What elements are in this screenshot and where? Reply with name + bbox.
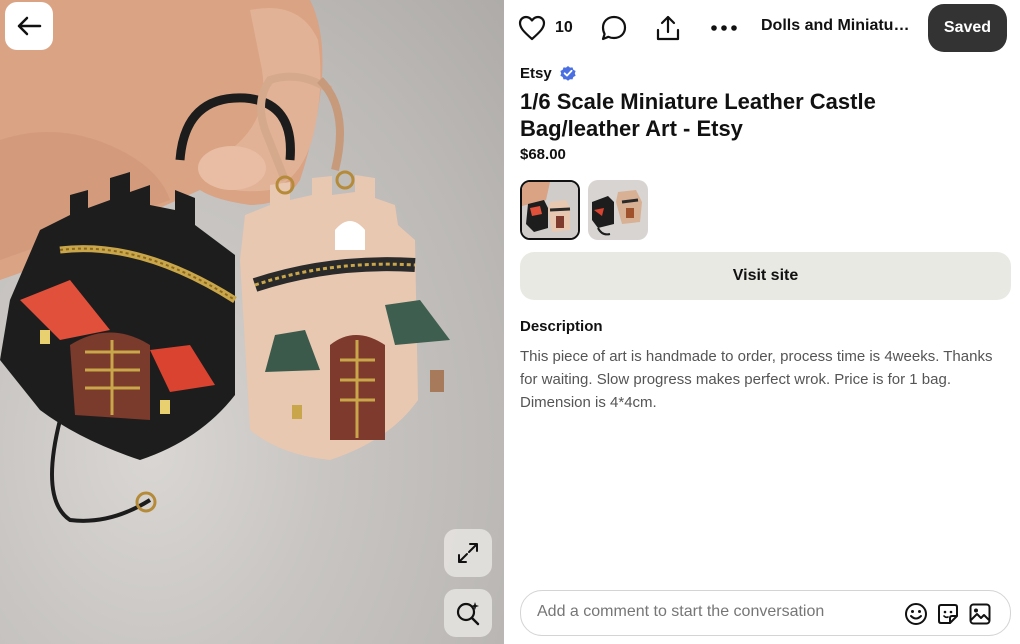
pin-image[interactable] bbox=[0, 0, 504, 644]
thumbnail-image bbox=[588, 180, 648, 240]
thumbnail-1[interactable] bbox=[520, 180, 580, 240]
visit-site-button[interactable]: Visit site bbox=[520, 252, 1011, 300]
thumbnail-image bbox=[522, 182, 578, 238]
visual-search-icon bbox=[456, 602, 480, 626]
comment-composer bbox=[520, 590, 1011, 636]
share-button[interactable] bbox=[654, 11, 682, 45]
sticker-button[interactable] bbox=[935, 601, 961, 627]
board-selector[interactable]: Dolls and Miniatur... bbox=[761, 17, 911, 35]
source-name[interactable]: Etsy bbox=[520, 65, 552, 82]
pin-price: $68.00 bbox=[520, 146, 566, 163]
pin-source: Etsy bbox=[520, 64, 577, 82]
pin-toolbar: 10 Dolls and Miniatur... Saved bbox=[504, 0, 1020, 56]
description-heading: Description bbox=[520, 318, 603, 335]
thumbnail-2[interactable] bbox=[588, 180, 648, 240]
ellipsis-icon bbox=[711, 25, 737, 31]
photo-upload-button[interactable] bbox=[967, 601, 993, 627]
like-count: 10 bbox=[555, 19, 573, 36]
castle-bags-photo bbox=[0, 0, 450, 523]
comment-button[interactable] bbox=[600, 11, 628, 45]
arrow-left-icon bbox=[17, 16, 42, 36]
comment-bubble-icon bbox=[601, 15, 627, 41]
image-upload-icon bbox=[969, 603, 991, 625]
sticker-icon bbox=[938, 604, 958, 624]
smiley-icon bbox=[905, 603, 927, 625]
more-options-button[interactable] bbox=[710, 11, 738, 45]
pin-title: 1/6 Scale Miniature Leather Castle Bag/l… bbox=[520, 89, 876, 141]
share-upload-icon bbox=[656, 15, 680, 41]
heart-icon bbox=[518, 15, 546, 41]
back-button[interactable] bbox=[5, 2, 53, 50]
expand-image-button[interactable] bbox=[444, 529, 492, 577]
expand-icon bbox=[458, 543, 478, 563]
saved-button[interactable]: Saved bbox=[928, 4, 1007, 52]
pin-details-panel: 10 Dolls and Miniatur... Saved Etsy 1/6 … bbox=[504, 0, 1020, 644]
description-text: This piece of art is handmade to order, … bbox=[520, 348, 993, 411]
visual-search-button[interactable] bbox=[444, 589, 492, 637]
verified-badge-icon bbox=[560, 66, 576, 81]
like-button[interactable]: 10 bbox=[518, 11, 573, 45]
comment-input[interactable] bbox=[537, 603, 877, 621]
emoji-button[interactable] bbox=[903, 601, 929, 627]
